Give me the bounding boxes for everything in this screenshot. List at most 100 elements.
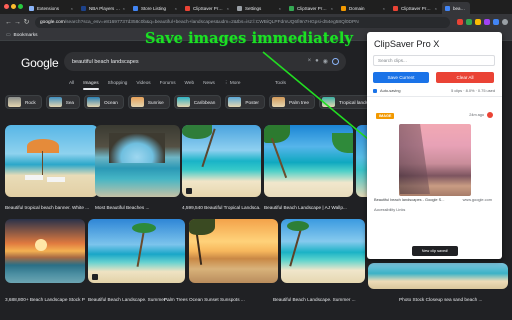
filter-chip[interactable]: Caribbean (173, 95, 222, 109)
clip-search-input[interactable]: Search clips... (373, 55, 495, 66)
image-caption[interactable]: Beautiful Beach Landscape | AJ Wallp... (264, 205, 353, 210)
browser-tab[interactable]: Extensions × (26, 2, 76, 14)
chip-label: Rock (25, 99, 36, 105)
extension-icon[interactable] (493, 19, 499, 25)
browser-tab[interactable]: Store Listing × (130, 2, 180, 14)
browser-tab[interactable]: ClipSaver Pro X - C× (182, 2, 232, 14)
clip-item[interactable]: IMAGE 24m ago Beautiful beach landscapes… (372, 110, 496, 214)
image-result[interactable] (368, 263, 508, 289)
image-result[interactable] (281, 219, 365, 283)
chip-thumbnail (228, 97, 242, 107)
image-caption[interactable]: 4,599,540 Beautiful Tropical Landsca... (182, 205, 261, 210)
promo-headline: Save images immediately (145, 30, 354, 47)
close-tab-icon[interactable]: × (435, 6, 437, 11)
product-icon (92, 274, 98, 280)
image-caption[interactable]: 3,688,800+ Beach Landscape Stock Ph... (5, 297, 85, 302)
image-result[interactable] (5, 219, 85, 283)
extension-icon[interactable] (466, 19, 472, 25)
search-icon[interactable] (332, 58, 339, 65)
image-result[interactable] (88, 219, 185, 283)
clear-all-button[interactable]: Clear All (436, 72, 494, 83)
image-caption[interactable]: Beautiful tropical beach banner. White .… (5, 205, 98, 210)
close-tab-icon[interactable]: × (383, 6, 385, 11)
close-tab-icon[interactable]: × (123, 6, 125, 11)
clip-source[interactable]: www.google.com (463, 197, 492, 202)
google-logo[interactable]: Google (21, 56, 59, 70)
filter-chip[interactable]: Rock (5, 95, 42, 109)
extension-icon[interactable] (457, 19, 463, 25)
image-result[interactable] (182, 125, 261, 197)
tab-label: ClipSaver Pro X - E (297, 5, 329, 11)
filter-chip[interactable]: Palm tree (268, 95, 316, 109)
address-bar-row: ← → ↻ google.com /search?sca_esv=e816977… (0, 14, 512, 30)
profile-avatar[interactable] (502, 19, 508, 25)
filter-chip[interactable]: Sea (45, 95, 81, 109)
clip-thumbnail[interactable] (399, 124, 471, 196)
forward-icon[interactable]: → (13, 19, 22, 26)
clip-type-badge: IMAGE (376, 113, 395, 119)
camera-icon[interactable]: ◉ (323, 58, 328, 65)
search-tab[interactable]: Forums (160, 80, 176, 90)
close-tab-icon[interactable]: × (71, 6, 73, 11)
bookmarks-label[interactable]: Bookmarks (14, 33, 38, 38)
usage-stats: 5 clips · 8.0% · 0.75 used (451, 88, 495, 93)
search-tab[interactable]: ⋮ More (224, 80, 241, 90)
extension-icon[interactable] (475, 19, 481, 25)
chip-thumbnail (322, 97, 336, 107)
browser-tab[interactable]: Domain × (338, 2, 388, 14)
back-icon[interactable]: ← (4, 19, 13, 26)
clipsaver-popup: ClipSaver Pro X Search clips... Save Cur… (367, 32, 502, 259)
filter-chip[interactable]: Poster (225, 95, 265, 109)
close-tab-icon[interactable]: × (331, 6, 333, 11)
search-tab[interactable]: Images (83, 80, 98, 90)
search-tab[interactable]: Videos (136, 80, 150, 90)
minimize-window-button[interactable] (11, 4, 16, 9)
image-result[interactable] (95, 125, 180, 197)
browser-tab[interactable]: Settings × (234, 2, 284, 14)
tab-strip: Extensions×NBA Players & Teams×Store Lis… (0, 0, 512, 14)
save-current-button[interactable]: Save Current (373, 72, 429, 83)
image-caption[interactable]: Photo Stock Closeup sea sand beach ... (399, 297, 509, 302)
autosave-checkbox[interactable] (373, 88, 377, 93)
extension-icon[interactable] (484, 19, 490, 25)
browser-tab[interactable]: NBA Players & Teams× (78, 2, 128, 14)
tools-button[interactable]: Tools (275, 80, 286, 85)
autosave-label: Auto-saving (380, 88, 401, 93)
image-result[interactable] (264, 125, 353, 197)
search-tab[interactable]: All (69, 80, 74, 90)
image-result[interactable] (189, 219, 278, 283)
chip-label: Ocean (104, 99, 118, 105)
clear-icon[interactable]: × (308, 58, 312, 65)
close-tab-icon[interactable]: × (279, 6, 281, 11)
search-input[interactable]: beautiful beach landscapes × ● ◉ (64, 52, 346, 71)
image-caption[interactable]: Palm Trees Ocean Sunset Sunspots ... (164, 297, 269, 302)
tab-label: ClipSaver Pro X - Ir (401, 5, 433, 11)
search-tab[interactable]: News (203, 80, 215, 90)
tab-label: ClipSaver Pro X - C (193, 5, 225, 11)
search-tab[interactable]: Shopping (108, 80, 128, 90)
microphone-icon[interactable]: ● (315, 58, 319, 65)
reload-icon[interactable]: ↻ (22, 18, 31, 26)
filter-chip[interactable]: Sunrise (127, 95, 170, 109)
close-tab-icon[interactable]: × (227, 6, 229, 11)
image-result[interactable] (5, 125, 98, 197)
browser-tab[interactable]: beautifu (442, 2, 470, 14)
close-window-button[interactable] (4, 4, 9, 9)
browser-tab[interactable]: ClipSaver Pro X - Ir× (390, 2, 440, 14)
image-caption[interactable]: Beautiful Beach Landscape. Summer ... (273, 297, 365, 302)
toast-notification: New clip saved! (412, 246, 458, 256)
tab-favicon-icon (237, 5, 242, 11)
tab-favicon-icon (133, 5, 138, 11)
tab-favicon-icon (29, 5, 34, 11)
chip-label: Sea (65, 99, 75, 105)
tab-favicon-icon (81, 5, 86, 11)
omnibox[interactable]: google.com /search?sca_esv=e81697737d358… (35, 16, 450, 28)
search-tab[interactable]: Web (185, 80, 195, 90)
close-tab-icon[interactable]: × (175, 6, 177, 11)
browser-tab[interactable]: ClipSaver Pro X - E× (286, 2, 336, 14)
image-caption[interactable]: Most Beautiful Beaches ... (95, 205, 180, 210)
filter-chip[interactable]: Ocean (84, 95, 124, 109)
delete-clip-icon[interactable] (487, 112, 493, 118)
maximize-window-button[interactable] (18, 4, 23, 9)
tab-favicon-icon (393, 5, 398, 11)
